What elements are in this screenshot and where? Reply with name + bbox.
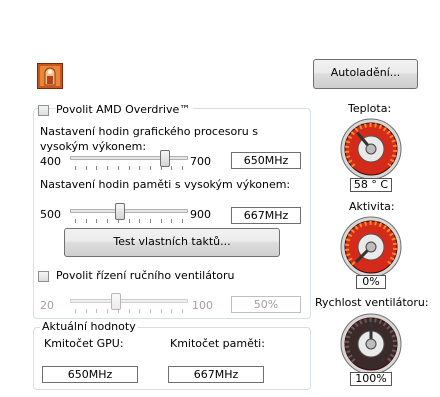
autoload-button[interactable]: Autoladění... bbox=[313, 59, 418, 89]
slider-tick bbox=[150, 166, 151, 170]
slider-tick bbox=[118, 166, 119, 170]
activity-value: 0% bbox=[356, 275, 386, 289]
test-clocks-button[interactable]: Test vlastních taktů... bbox=[64, 228, 280, 257]
slider-tick bbox=[107, 219, 108, 223]
fan-speed-value: 100% bbox=[350, 372, 392, 386]
memory-clock-value: 667MHz bbox=[231, 207, 301, 224]
slider-tick bbox=[129, 309, 130, 313]
memory-clock-slider[interactable] bbox=[70, 203, 188, 225]
slider-tick bbox=[150, 219, 151, 223]
temperature-label: Teplota: bbox=[348, 102, 392, 115]
slider-ticks bbox=[70, 309, 188, 313]
slider-tick bbox=[182, 166, 183, 170]
slider-tick bbox=[171, 166, 172, 170]
current-gpu-value: 650MHz bbox=[42, 366, 138, 383]
slider-tick bbox=[139, 309, 140, 313]
slider-tick bbox=[139, 166, 140, 170]
fan-speed-max: 100 bbox=[192, 299, 213, 312]
fan-speed-label: Rychlost ventilátoru: bbox=[315, 296, 429, 309]
fan-speed-slider[interactable] bbox=[70, 293, 188, 315]
slider-track bbox=[70, 299, 188, 303]
enable-fan-control-label: Povolit řízení ručního ventilátoru bbox=[56, 269, 235, 282]
fan-speed-min: 20 bbox=[40, 299, 54, 312]
slider-thumb[interactable] bbox=[160, 150, 170, 167]
temperature-gauge-icon bbox=[339, 117, 403, 181]
slider-tick bbox=[86, 166, 87, 170]
slider-tick bbox=[182, 219, 183, 223]
slider-thumb[interactable] bbox=[115, 203, 125, 220]
slider-tick bbox=[129, 219, 130, 223]
temperature-value: 58 ° C bbox=[350, 178, 392, 192]
slider-tick bbox=[171, 309, 172, 313]
current-values-title: Aktuální hodnoty bbox=[40, 320, 138, 334]
gpu-clock-value: 650MHz bbox=[231, 152, 301, 169]
activity-gauge-icon bbox=[339, 215, 403, 279]
slider-tick bbox=[86, 219, 87, 223]
fan-speed-gauge-icon bbox=[339, 312, 403, 376]
current-memory-value: 667MHz bbox=[168, 366, 264, 383]
memory-clock-min: 500 bbox=[40, 208, 61, 221]
gpu-clock-slider[interactable] bbox=[70, 150, 188, 172]
slider-tick bbox=[96, 219, 97, 223]
enable-overdrive-label: Povolit AMD Overdrive™ bbox=[56, 103, 194, 117]
slider-ticks bbox=[70, 166, 188, 170]
overdrive-icon bbox=[37, 63, 63, 89]
slider-tick bbox=[150, 309, 151, 313]
gpu-clock-min: 400 bbox=[40, 155, 61, 168]
slider-ticks bbox=[70, 219, 188, 223]
slider-tick bbox=[182, 309, 183, 313]
slider-tick bbox=[171, 219, 172, 223]
slider-tick bbox=[107, 166, 108, 170]
slider-tick bbox=[96, 166, 97, 170]
enable-overdrive-checkbox[interactable] bbox=[38, 105, 49, 116]
slider-tick bbox=[86, 309, 87, 313]
slider-thumb[interactable] bbox=[111, 293, 121, 310]
fan-speed-value: 50% bbox=[231, 296, 301, 313]
slider-tick bbox=[75, 309, 76, 313]
gpu-clock-max: 700 bbox=[190, 155, 211, 168]
memory-clock-label: Nastavení hodin paměti s vysokým výkonem… bbox=[40, 178, 291, 191]
slider-tick bbox=[161, 219, 162, 223]
current-memory-label: Kmitočet paměti: bbox=[170, 337, 265, 350]
slider-tick bbox=[161, 309, 162, 313]
slider-tick bbox=[129, 166, 130, 170]
memory-clock-max: 900 bbox=[190, 208, 211, 221]
enable-fan-control-checkbox[interactable] bbox=[38, 271, 49, 282]
slider-tick bbox=[139, 219, 140, 223]
activity-label: Aktivita: bbox=[349, 200, 395, 213]
slider-tick bbox=[96, 309, 97, 313]
slider-tick bbox=[75, 166, 76, 170]
slider-tick bbox=[75, 219, 76, 223]
slider-track bbox=[70, 209, 188, 213]
slider-tick bbox=[107, 309, 108, 313]
current-gpu-label: Kmitočet GPU: bbox=[44, 337, 124, 350]
slider-track bbox=[70, 156, 188, 160]
